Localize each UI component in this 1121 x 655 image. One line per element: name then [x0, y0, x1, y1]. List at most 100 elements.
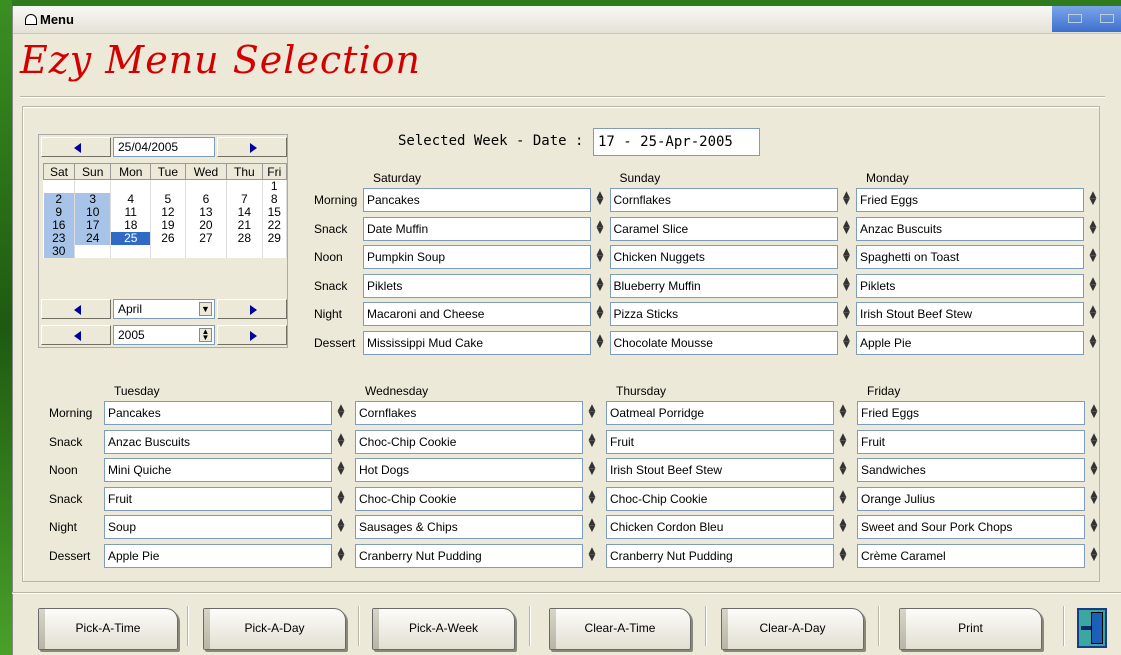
meal-field[interactable]: Cornflakes [355, 401, 583, 425]
prev-day-button[interactable] [41, 137, 111, 157]
maximize-icon[interactable] [1100, 14, 1114, 23]
calendar-day-cell[interactable]: 25 [110, 232, 152, 245]
meal-field[interactable]: Fried Eggs [856, 188, 1084, 212]
meal-field[interactable]: Fruit [857, 429, 1085, 454]
meal-field[interactable]: Sweet and Sour Pork Chops [857, 515, 1085, 540]
window-controls[interactable] [1052, 6, 1121, 32]
clear-a-time-button[interactable]: Clear-A-Time [549, 608, 691, 650]
updown-arrow-icon[interactable]: ▲ ▼ [1088, 461, 1100, 480]
meal-field[interactable]: Piklets [363, 273, 591, 298]
next-year-button[interactable] [217, 325, 287, 345]
updown-arrow-icon[interactable]: ▲ ▼ [1087, 334, 1099, 353]
updown-arrow-icon[interactable]: ▲ ▼ [594, 248, 606, 267]
updown-arrow-icon[interactable]: ▲ ▼ [586, 547, 598, 566]
meal-field[interactable]: Anzac Buscuits [104, 429, 332, 454]
updown-arrow-icon[interactable]: ▲ ▼ [1088, 404, 1100, 423]
updown-arrow-icon[interactable]: ▲ ▼ [841, 334, 853, 353]
updown-arrow-icon[interactable]: ▲ ▼ [837, 461, 849, 480]
updown-arrow-icon[interactable]: ▲ ▼ [837, 404, 849, 423]
meal-field[interactable]: Oatmeal Porridge [606, 401, 834, 425]
meal-field[interactable]: Chicken Nuggets [609, 245, 838, 270]
print-button[interactable]: Print [899, 608, 1042, 650]
calendar-day-cell[interactable]: 1 [262, 179, 288, 193]
meal-field[interactable]: Irish Stout Beef Stew [856, 302, 1084, 327]
updown-arrow-icon[interactable]: ▲ ▼ [586, 461, 598, 480]
year-spinner[interactable]: 2005 ▲ ▼ [113, 325, 215, 345]
pick-a-week-button[interactable]: Pick-A-Week [372, 608, 515, 650]
pick-a-day-button[interactable]: Pick-A-Day [203, 608, 346, 650]
updown-arrow-icon[interactable]: ▲ ▼ [841, 305, 853, 324]
meal-field[interactable]: Sausages & Chips [355, 515, 583, 540]
updown-arrow-icon[interactable]: ▲ ▼ [335, 518, 347, 537]
meal-field[interactable]: Spaghetti on Toast [856, 245, 1084, 270]
calendar-day-cell[interactable]: 30 [43, 245, 75, 258]
updown-arrow-icon[interactable]: ▲ ▼ [335, 489, 347, 509]
updown-arrow-icon[interactable]: ▲ ▼ [837, 547, 849, 566]
meal-field[interactable]: Caramel Slice [609, 216, 838, 241]
updown-arrow-icon[interactable]: ▲ ▼ [841, 219, 853, 239]
meal-field[interactable]: Pancakes [104, 401, 332, 425]
meal-field[interactable]: Irish Stout Beef Stew [606, 458, 834, 483]
updown-arrow-icon[interactable]: ▲ ▼ [837, 489, 849, 509]
updown-arrow-icon[interactable]: ▲ ▼ [586, 489, 598, 509]
meal-field[interactable]: Cranberry Nut Pudding [606, 544, 834, 568]
updown-arrow-icon[interactable]: ▲ ▼ [594, 305, 606, 324]
updown-arrow-icon[interactable]: ▲ ▼ [1087, 219, 1099, 239]
month-select[interactable]: April ▼ [113, 299, 215, 319]
next-day-button[interactable] [217, 137, 287, 157]
pick-a-time-button[interactable]: Pick-A-Time [38, 608, 178, 650]
exit-button[interactable] [1077, 608, 1107, 648]
calendar-day-cell[interactable]: 26 [150, 232, 186, 245]
prev-year-button[interactable] [41, 325, 111, 345]
meal-field[interactable]: Blueberry Muffin [609, 273, 838, 298]
meal-field[interactable]: Fried Eggs [857, 401, 1085, 425]
updown-arrow-icon[interactable]: ▲ ▼ [837, 432, 849, 452]
updown-arrow-icon[interactable]: ▲ ▼ [841, 276, 853, 296]
prev-month-button[interactable] [41, 299, 111, 319]
meal-field[interactable]: Pizza Sticks [609, 302, 838, 327]
spinner-icon[interactable]: ▲ ▼ [199, 328, 212, 342]
updown-arrow-icon[interactable]: ▲ ▼ [594, 219, 606, 239]
calendar-day-cell[interactable]: 27 [185, 232, 228, 245]
clear-a-day-button[interactable]: Clear-A-Day [721, 608, 864, 650]
updown-arrow-icon[interactable]: ▲ ▼ [1088, 432, 1100, 452]
meal-field[interactable]: Mini Quiche [104, 458, 332, 483]
meal-field[interactable]: Choc-Chip Cookie [355, 486, 583, 511]
meal-field[interactable]: Sandwiches [857, 458, 1085, 483]
meal-field[interactable]: Pancakes [363, 188, 591, 212]
meal-field[interactable]: Crème Caramel [857, 544, 1085, 568]
meal-field[interactable]: Piklets [856, 273, 1084, 298]
meal-field[interactable]: Choc-Chip Cookie [355, 429, 583, 454]
meal-field[interactable]: Apple Pie [856, 331, 1084, 355]
updown-arrow-icon[interactable]: ▲ ▼ [1087, 248, 1099, 267]
meal-field[interactable]: Fruit [606, 429, 834, 454]
meal-field[interactable]: Hot Dogs [355, 458, 583, 483]
updown-arrow-icon[interactable]: ▲ ▼ [335, 547, 347, 566]
updown-arrow-icon[interactable]: ▲ ▼ [594, 276, 606, 296]
updown-arrow-icon[interactable]: ▲ ▼ [1087, 305, 1099, 324]
meal-field[interactable]: Date Muffin [363, 216, 591, 241]
updown-arrow-icon[interactable]: ▲ ▼ [1087, 276, 1099, 296]
updown-arrow-icon[interactable]: ▲ ▼ [335, 404, 347, 423]
updown-arrow-icon[interactable]: ▲ ▼ [594, 334, 606, 353]
updown-arrow-icon[interactable]: ▲ ▼ [335, 461, 347, 480]
updown-arrow-icon[interactable]: ▲ ▼ [1088, 518, 1100, 537]
updown-arrow-icon[interactable]: ▲ ▼ [586, 432, 598, 452]
calendar-day-cell[interactable]: 29 [262, 232, 288, 245]
updown-arrow-icon[interactable]: ▲ ▼ [335, 432, 347, 452]
minimize-icon[interactable] [1068, 14, 1082, 23]
meal-field[interactable]: Soup [104, 515, 332, 540]
meal-field[interactable]: Mississippi Mud Cake [363, 331, 591, 355]
meal-field[interactable]: Cornflakes [609, 188, 838, 212]
meal-field[interactable]: Cranberry Nut Pudding [355, 544, 583, 568]
calendar-date-field[interactable]: 25/04/2005 [113, 137, 215, 157]
meal-field[interactable]: Chocolate Mousse [609, 331, 838, 355]
updown-arrow-icon[interactable]: ▲ ▼ [841, 191, 853, 210]
updown-arrow-icon[interactable]: ▲ ▼ [586, 518, 598, 537]
dropdown-arrow-icon[interactable]: ▼ [199, 302, 212, 316]
updown-arrow-icon[interactable]: ▲ ▼ [594, 191, 606, 210]
updown-arrow-icon[interactable]: ▲ ▼ [837, 518, 849, 537]
meal-field[interactable]: Pumpkin Soup [363, 245, 591, 270]
calendar-day-cell[interactable]: 24 [74, 232, 112, 245]
meal-field[interactable]: Apple Pie [104, 544, 332, 568]
